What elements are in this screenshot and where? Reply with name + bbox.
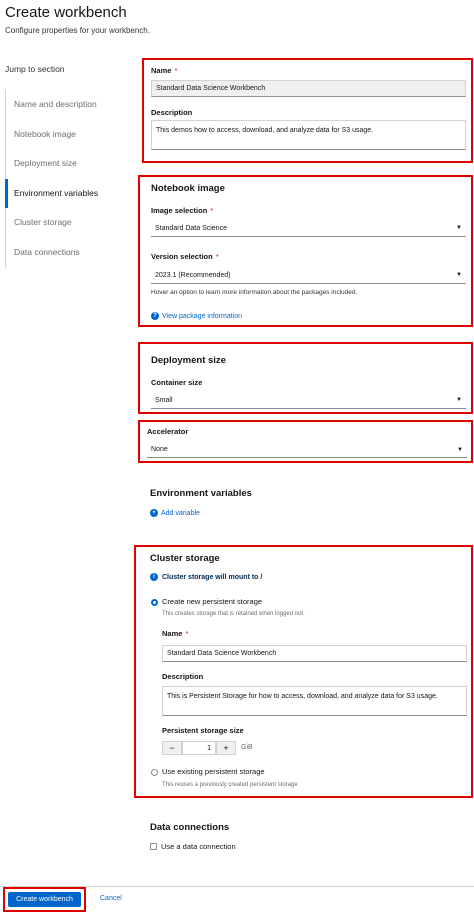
container-size-label: Container size xyxy=(151,378,203,387)
storage-name-label: Name * xyxy=(162,629,189,638)
name-label: Name * xyxy=(151,66,178,75)
highlight-name-description: Name * Standard Data Science Workbench De… xyxy=(142,58,473,163)
use-existing-storage-radio[interactable] xyxy=(151,769,158,776)
version-selection-value: 2023.1 (Recommended) xyxy=(155,271,231,279)
accelerator-select[interactable]: None ▼ xyxy=(147,442,467,458)
cancel-button[interactable]: Cancel xyxy=(100,895,122,902)
storage-name-input[interactable]: Standard Data Science Workbench xyxy=(162,645,467,662)
use-existing-storage-label[interactable]: Use existing persistent storage xyxy=(162,767,265,776)
package-hint: Hover an option to learn more informatio… xyxy=(151,289,358,296)
nav-item-notebook-image[interactable]: Notebook image xyxy=(6,120,126,150)
environment-variables-heading: Environment variables xyxy=(150,488,252,499)
storage-description-label: Description xyxy=(162,672,204,681)
highlight-create-button: Create workbench xyxy=(3,887,86,912)
highlight-accelerator: Accelerator None ▼ xyxy=(138,420,473,463)
add-circle-icon: + xyxy=(150,509,158,517)
cluster-storage-info: i Cluster storage will mount to / xyxy=(150,573,262,581)
storage-size-label: Persistent storage size xyxy=(162,726,244,735)
view-package-link[interactable]: ? View package information xyxy=(151,312,242,320)
highlight-cluster-storage: Cluster storage i Cluster storage will m… xyxy=(134,545,473,798)
jump-to-section-label: Jump to section xyxy=(5,64,65,74)
use-data-connection-checkbox[interactable] xyxy=(150,843,157,850)
description-textarea[interactable]: This demos how to access, download, and … xyxy=(151,120,466,150)
version-selection-select[interactable]: 2023.1 (Recommended) ▼ xyxy=(151,267,466,284)
storage-size-unit: GiB xyxy=(241,744,253,751)
image-selection-label: Image selection * xyxy=(151,206,214,215)
name-input[interactable]: Standard Data Science Workbench xyxy=(151,80,466,97)
highlight-notebook-image: Notebook image Image selection * Standard… xyxy=(138,175,473,327)
use-existing-storage-description: This reuses a previously created persist… xyxy=(162,782,298,788)
notebook-image-heading: Notebook image xyxy=(151,183,225,194)
increment-button[interactable]: + xyxy=(216,741,236,755)
add-variable-button[interactable]: + Add variable xyxy=(150,509,200,517)
info-icon: i xyxy=(150,573,158,581)
create-workbench-button[interactable]: Create workbench xyxy=(8,892,81,907)
description-label: Description xyxy=(151,108,193,117)
page-subtitle: Configure properties for your workbench. xyxy=(5,26,150,35)
page-title: Create workbench xyxy=(5,4,127,21)
decrement-button[interactable]: − xyxy=(162,741,182,755)
deployment-size-heading: Deployment size xyxy=(151,355,226,366)
storage-size-input[interactable]: 1 xyxy=(182,741,216,755)
nav-item-name-description[interactable]: Name and description xyxy=(6,90,126,120)
nav-item-deployment-size[interactable]: Deployment size xyxy=(6,149,126,179)
cluster-storage-heading: Cluster storage xyxy=(150,553,220,564)
help-icon: ? xyxy=(151,312,159,320)
use-data-connection-label[interactable]: Use a data connection xyxy=(161,842,236,851)
caret-down-icon: ▼ xyxy=(456,225,462,231)
caret-down-icon: ▼ xyxy=(456,272,462,278)
storage-description-textarea[interactable]: This is Persistent Storage for how to ac… xyxy=(162,686,467,716)
image-selection-select[interactable]: Standard Data Science ▼ xyxy=(151,220,466,237)
image-selection-value: Standard Data Science xyxy=(155,224,227,232)
nav-item-data-connections[interactable]: Data connections xyxy=(6,238,126,268)
create-new-storage-label[interactable]: Create new persistent storage xyxy=(162,597,262,606)
caret-down-icon: ▼ xyxy=(456,397,462,403)
create-new-storage-description: This creates storage that is retained wh… xyxy=(162,611,305,617)
data-connections-heading: Data connections xyxy=(150,822,230,833)
accelerator-label: Accelerator xyxy=(147,427,189,436)
nav-item-cluster-storage[interactable]: Cluster storage xyxy=(6,208,126,238)
version-selection-label: Version selection * xyxy=(151,252,219,261)
jump-nav: Name and description Notebook image Depl… xyxy=(5,90,126,268)
caret-down-icon: ▼ xyxy=(457,446,463,453)
accelerator-value: None xyxy=(151,446,168,453)
container-size-select[interactable]: Small ▼ xyxy=(151,392,466,409)
container-size-value: Small xyxy=(155,396,173,404)
create-new-storage-radio[interactable] xyxy=(151,599,158,606)
highlight-deployment-size: Deployment size Container size Small ▼ xyxy=(138,342,473,414)
nav-item-environment-variables[interactable]: Environment variables xyxy=(5,178,126,209)
